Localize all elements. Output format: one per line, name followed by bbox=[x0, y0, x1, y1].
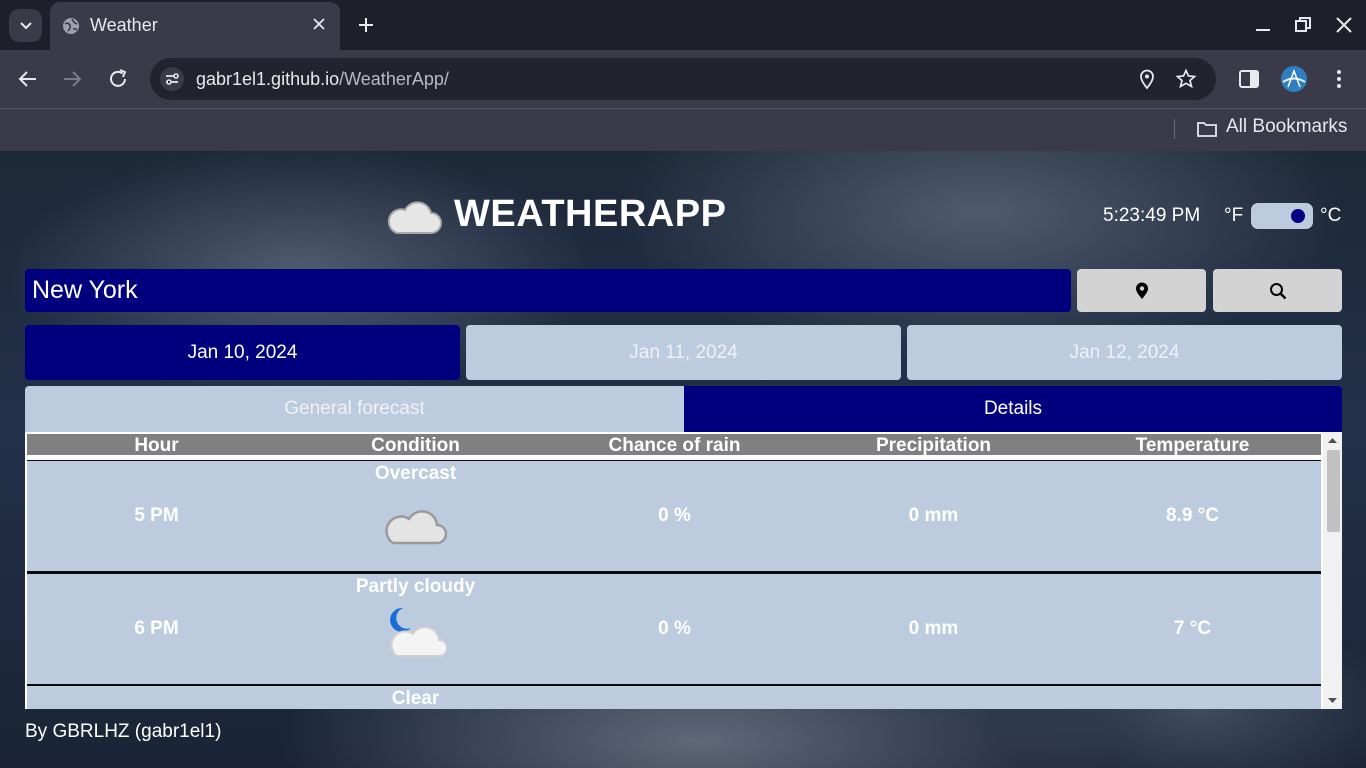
profile-avatar-icon[interactable] bbox=[1280, 65, 1308, 93]
tab-details[interactable]: Details bbox=[684, 386, 1342, 432]
url-text: gabr1el1.github.io/WeatherApp/ bbox=[196, 69, 449, 90]
app-title: WEATHERAPP bbox=[454, 193, 727, 235]
header-chance-of-rain: Chance of rain bbox=[608, 435, 741, 456]
new-tab-plus-icon[interactable] bbox=[354, 13, 378, 37]
scrollbar-thumb[interactable] bbox=[1327, 450, 1340, 532]
cell-chance-of-rain: 0 % bbox=[658, 618, 691, 639]
folder-icon[interactable] bbox=[1196, 119, 1218, 139]
moon-cloud-icon bbox=[390, 607, 447, 657]
address-bar[interactable]: gabr1el1.github.io/WeatherApp/ bbox=[150, 58, 1216, 100]
scroll-up-arrow-icon[interactable] bbox=[1323, 432, 1342, 448]
cell-hour: 5 PM bbox=[134, 505, 179, 526]
bookmark-star-icon[interactable] bbox=[1175, 68, 1197, 90]
header-precipitation: Precipitation bbox=[875, 435, 992, 456]
unit-toggle-switch[interactable] bbox=[1251, 203, 1313, 229]
restore-icon[interactable] bbox=[1292, 14, 1314, 36]
table-header: Hour Condition Chance of rain Precipitat… bbox=[27, 434, 1321, 458]
minimize-icon[interactable] bbox=[1252, 14, 1274, 36]
header-condition: Condition bbox=[371, 435, 460, 456]
cell-hour: 6 PM bbox=[134, 618, 179, 639]
header-hour: Hour bbox=[134, 435, 179, 456]
close-tab-icon[interactable] bbox=[310, 15, 328, 33]
hourly-details-table[interactable]: Hour Condition Chance of rain Precipitat… bbox=[25, 432, 1342, 709]
day-tab-jan-11[interactable]: Jan 11, 2024 bbox=[466, 325, 901, 380]
cell-temperature: 7 °C bbox=[1173, 618, 1212, 639]
current-time: 5:23:49 PM bbox=[1103, 205, 1201, 226]
more-menu-icon[interactable] bbox=[1327, 67, 1351, 91]
location-pin-icon[interactable] bbox=[1136, 68, 1158, 90]
table-row: 6 PM Partly cloudy 0 % 0 mm 7 °C bbox=[27, 574, 1321, 684]
bookmarks-separator bbox=[1174, 119, 1175, 139]
tab-title: Weather bbox=[90, 15, 158, 35]
cell-temperature: 8.9 °C bbox=[1165, 505, 1219, 526]
header-temperature: Temperature bbox=[1135, 435, 1250, 456]
site-info-icon[interactable] bbox=[160, 67, 184, 91]
location-pin-icon bbox=[1135, 282, 1148, 299]
side-panel-icon[interactable] bbox=[1237, 67, 1261, 91]
unit-celsius-label: °C bbox=[1320, 205, 1342, 226]
forward-arrow-icon[interactable] bbox=[60, 67, 84, 91]
scroll-down-arrow-icon[interactable] bbox=[1323, 693, 1342, 709]
cell-precipitation: 0 mm bbox=[908, 618, 959, 639]
city-search-input[interactable] bbox=[25, 269, 1071, 312]
use-location-button[interactable] bbox=[1077, 269, 1206, 312]
reload-icon[interactable] bbox=[106, 67, 130, 91]
weather-app-page: WEATHERAPP 5:23:49 PM °F °C Jan 10, 2024… bbox=[0, 151, 1366, 768]
unit-toggle-knob bbox=[1291, 209, 1305, 223]
chevron-down-icon bbox=[19, 21, 32, 29]
table-row: 5 PM Overcast 0 % 0 mm 8.9 °C bbox=[27, 461, 1321, 571]
back-arrow-icon[interactable] bbox=[16, 67, 40, 91]
table-row: Clear bbox=[27, 686, 1321, 709]
unit-fahrenheit-label: °F bbox=[1224, 205, 1244, 226]
cell-condition: Clear bbox=[391, 688, 440, 709]
cell-condition: Partly cloudy bbox=[355, 576, 476, 597]
cell-chance-of-rain: 0 % bbox=[658, 505, 691, 526]
all-bookmarks-link[interactable]: All Bookmarks bbox=[1226, 116, 1347, 138]
browser-tab-weather[interactable]: Weather bbox=[50, 2, 340, 50]
cloud-icon bbox=[385, 510, 447, 545]
search-button[interactable] bbox=[1213, 269, 1342, 312]
url-host: gabr1el1.github.io bbox=[196, 69, 340, 89]
tab-search-button[interactable] bbox=[9, 9, 42, 42]
cell-condition: Overcast bbox=[374, 463, 457, 484]
url-path: /WeatherApp/ bbox=[339, 69, 449, 89]
search-icon bbox=[1269, 282, 1286, 299]
bookmarks-bar: All Bookmarks bbox=[0, 108, 1366, 151]
browser-tab-strip: Weather bbox=[0, 0, 1366, 50]
day-tab-jan-10[interactable]: Jan 10, 2024 bbox=[25, 325, 460, 380]
cloud-logo-icon bbox=[387, 201, 442, 234]
globe-icon bbox=[63, 18, 79, 34]
close-window-icon[interactable] bbox=[1333, 14, 1355, 36]
tab-general-forecast[interactable]: General forecast bbox=[25, 386, 684, 432]
cell-precipitation: 0 mm bbox=[908, 505, 959, 526]
footer-credit: By GBRLHZ (gabr1el1) bbox=[25, 721, 222, 742]
day-tab-jan-12[interactable]: Jan 12, 2024 bbox=[907, 325, 1342, 380]
browser-toolbar: gabr1el1.github.io/WeatherApp/ bbox=[0, 50, 1366, 108]
